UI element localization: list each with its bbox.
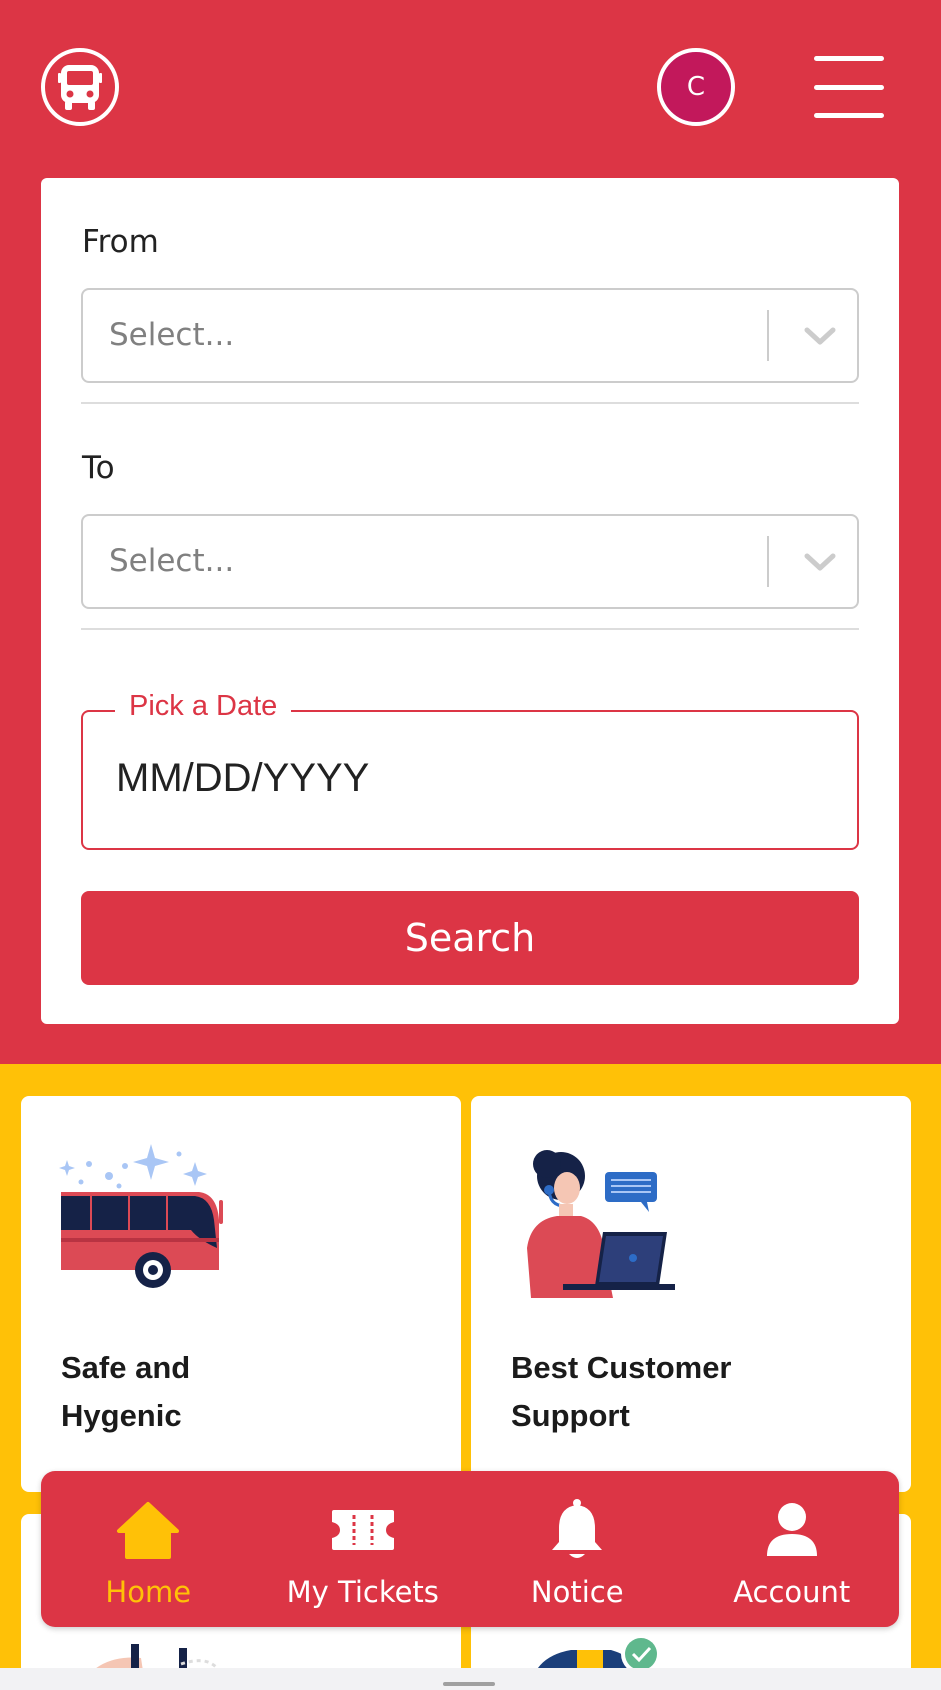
ticket-icon (328, 1499, 398, 1561)
date-input-label: Pick a Date (115, 690, 292, 723)
feature-title: Safe and (61, 1350, 191, 1385)
divider (81, 402, 859, 404)
bottom-navigation: Home My Tickets Notice Account (41, 1471, 899, 1627)
menu-line (814, 84, 884, 90)
user-avatar[interactable]: C (657, 48, 735, 126)
feature-title: Support (511, 1398, 630, 1433)
hamburger-menu-icon[interactable] (814, 56, 884, 118)
chevron-down-icon[interactable] (795, 312, 845, 360)
phone-hand-illustration (96, 1644, 219, 1668)
nav-item-home[interactable]: Home (41, 1471, 256, 1627)
nav-item-label: Notice (530, 1575, 624, 1609)
feature-title: Hygenic (61, 1398, 182, 1433)
app-screen: C From Select... To Select... Pick a Dat… (0, 0, 941, 1668)
to-label: To (82, 450, 115, 486)
nav-item-my-tickets[interactable]: My Tickets (256, 1471, 471, 1627)
nav-item-notice[interactable]: Notice (470, 1471, 685, 1627)
nav-item-label: Home (105, 1575, 192, 1609)
hero-section: C From Select... To Select... Pick a Dat… (0, 0, 941, 1064)
bus-icon (58, 65, 102, 110)
select-separator (767, 536, 769, 587)
search-button[interactable]: Search (81, 891, 859, 985)
customer-support-illustration (527, 1150, 675, 1298)
feature-card-support: Best Customer Support (471, 1096, 911, 1492)
home-icon (113, 1499, 183, 1561)
from-select[interactable]: Select... (81, 288, 859, 383)
nav-item-label: Account (733, 1575, 851, 1609)
to-select[interactable]: Select... (81, 514, 859, 609)
from-select-placeholder: Select... (109, 317, 235, 353)
clean-bus-illustration (59, 1144, 223, 1288)
chevron-down-icon[interactable] (795, 538, 845, 586)
menu-line (814, 56, 884, 61)
feature-title: Best Customer (511, 1350, 732, 1385)
bell-icon (542, 1499, 612, 1561)
to-select-placeholder: Select... (109, 543, 235, 579)
divider (81, 628, 859, 630)
from-label: From (82, 224, 159, 260)
top-header: C (0, 0, 941, 178)
verified-person-illustration (538, 1634, 661, 1668)
user-icon (757, 1499, 827, 1561)
menu-line (814, 113, 884, 118)
nav-item-account[interactable]: Account (685, 1471, 900, 1627)
select-separator (767, 310, 769, 361)
logo[interactable] (41, 48, 119, 126)
search-card: From Select... To Select... Pick a Date (41, 178, 899, 1024)
date-input-value[interactable]: MM/DD/YYYY (116, 756, 369, 801)
feature-card-safe: Safe and Hygenic (21, 1096, 461, 1492)
nav-item-label: My Tickets (286, 1575, 439, 1609)
system-home-indicator[interactable] (443, 1682, 495, 1686)
